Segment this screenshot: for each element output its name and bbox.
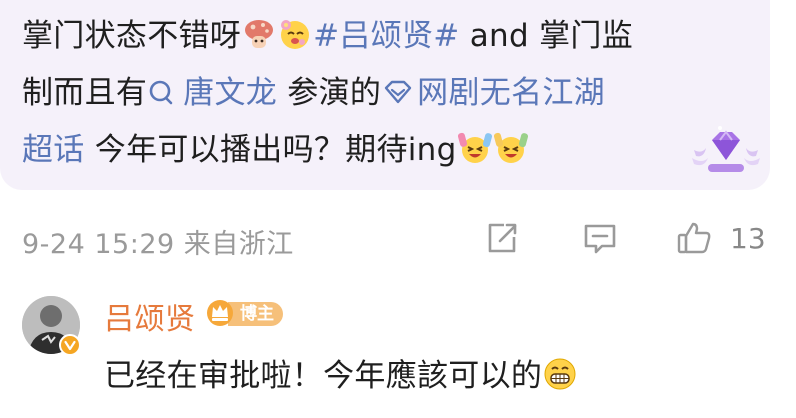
like-count: 13 — [730, 222, 766, 255]
comment-bubble: 掌门状态不错呀 #吕颂贤# and 掌门监制而且有 唐文龙 参演的 网剧无名江湖… — [0, 0, 770, 190]
hashtag-link[interactable]: #吕颂贤# — [313, 18, 459, 54]
cheering-emoji — [457, 132, 492, 163]
flower-face-emoji — [281, 20, 310, 49]
mushroom-emoji — [245, 20, 274, 48]
mention-link[interactable]: 唐文龙 — [147, 75, 277, 111]
comment-meta-row: 9-24 15:29 来自浙江 13 — [0, 212, 796, 264]
comment-text-part: 今年可以播出吗？期待ing — [84, 132, 457, 168]
purple-gem-badge-icon — [692, 126, 760, 172]
comment-text-part: 掌门状态不错呀 — [22, 18, 242, 54]
crown-icon — [207, 300, 233, 326]
reply-item: 吕颂贤 博主 已经在审批啦！今年應該可以的 — [0, 288, 796, 418]
share-icon[interactable] — [484, 220, 520, 256]
comment-text: 掌门状态不错呀 #吕颂贤# and 掌门监制而且有 唐文龙 参演的 网剧无名江湖… — [22, 8, 742, 179]
supertopic-label-cont: 超话 — [22, 132, 85, 168]
cheering-emoji — [493, 132, 528, 163]
timestamp-location: 9-24 15:29 来自浙江 — [22, 229, 294, 260]
reply-text-body: 已经在审批啦！今年應該可以的 — [104, 358, 543, 394]
verified-badge-icon — [59, 334, 81, 356]
comment-text-part: 参演的 — [277, 75, 382, 111]
grinning-emoji — [544, 358, 576, 390]
blogger-badge: 博主 — [228, 302, 283, 326]
comment-text-part: and 掌门监 — [459, 18, 633, 54]
supertopic-label: 网剧无名江湖 — [417, 75, 605, 111]
reply-author-name[interactable]: 吕颂贤 — [104, 294, 196, 338]
comment-text-part: 制而且有 — [22, 75, 148, 111]
comment-icon[interactable] — [582, 220, 618, 256]
reply-text: 已经在审批啦！今年應該可以的 — [104, 350, 578, 395]
mention-label: 唐文龙 — [183, 75, 278, 111]
like-icon[interactable] — [676, 220, 712, 256]
search-icon — [149, 80, 173, 105]
diamond-icon — [384, 80, 412, 104]
